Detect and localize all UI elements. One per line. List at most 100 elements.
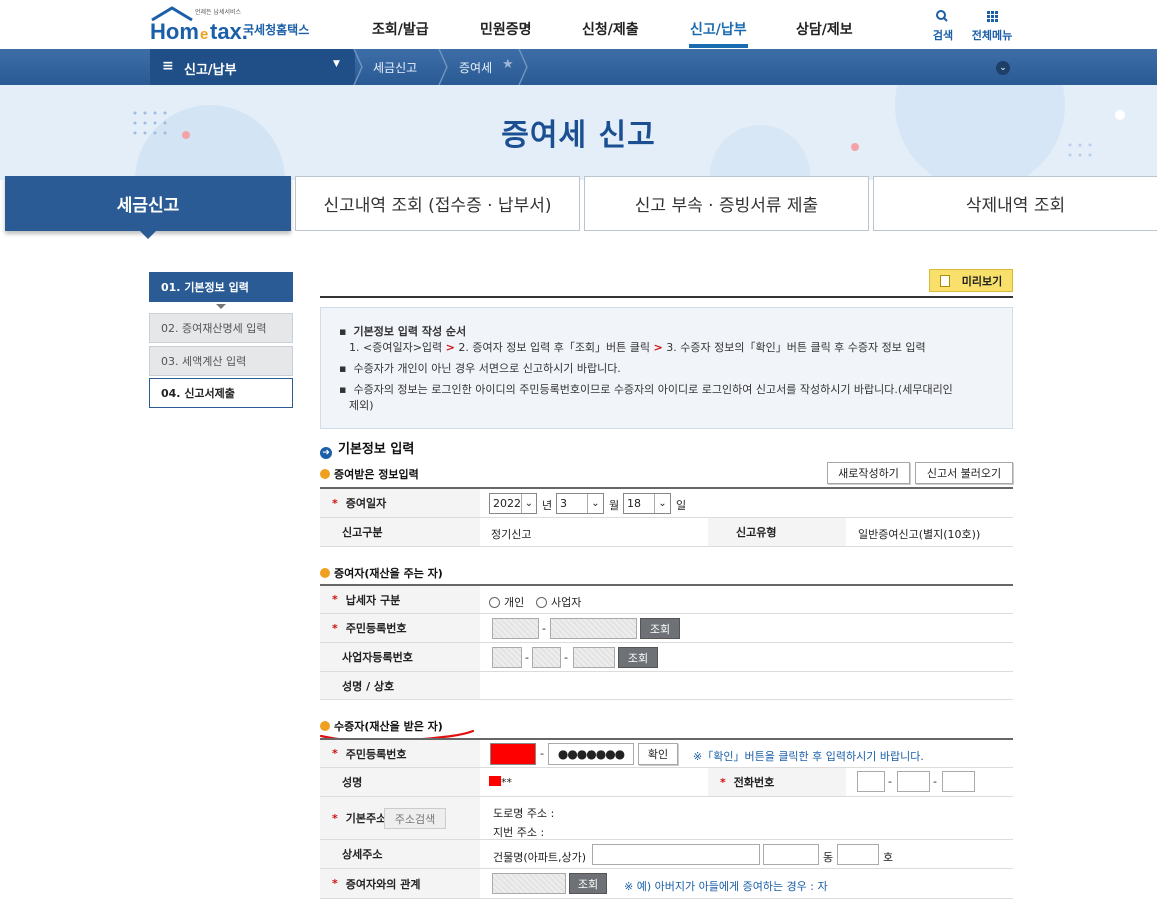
- table-row: 성명 / 상호: [320, 672, 1013, 700]
- relation-input[interactable]: [492, 873, 566, 894]
- preview-label: 미리보기: [961, 274, 1003, 288]
- dash: -: [933, 775, 937, 788]
- phone-part2-input[interactable]: [897, 771, 930, 792]
- month-select[interactable]: 3 ⌄: [556, 493, 604, 514]
- preview-button[interactable]: 미리보기: [929, 269, 1013, 292]
- guide-order-step1: 1. <증여일자>입력: [349, 341, 443, 354]
- building-name-input[interactable]: [592, 844, 760, 865]
- recipient-name-label: 성명: [342, 776, 363, 789]
- guide-box: ▪ 기본정보 입력 작성 순서 1. <증여일자>입력 > 2. 증여자 정보 …: [320, 307, 1013, 429]
- guide-item-text: 수증자가 개인이 아닌 경우 서면으로 신고하시기 바랍니다.: [353, 362, 621, 375]
- required-mark: *: [332, 877, 338, 890]
- guide-order-arrow: >: [653, 341, 663, 354]
- dash: -: [542, 622, 546, 635]
- day-select[interactable]: 18 ⌄: [623, 493, 671, 514]
- address-search-button[interactable]: 주소검색: [384, 808, 446, 829]
- step-tax-calc[interactable]: 03. 세액계산 입력: [149, 346, 293, 376]
- tab-filing-history[interactable]: 신고내역 조회 (접수증 · 납부서): [295, 176, 580, 231]
- recipient-confirm-button[interactable]: 확인: [638, 743, 678, 765]
- guide-heading: ▪ 기본정보 입력 작성 순서: [339, 325, 467, 338]
- favorite-star-icon[interactable]: ★: [502, 57, 514, 72]
- active-tab-pointer: [139, 230, 157, 239]
- tab-attachments[interactable]: 신고 부속 · 증빙서류 제출: [584, 176, 869, 231]
- base-address-label: 기본주소: [345, 812, 387, 825]
- row-header: 성명: [320, 768, 480, 796]
- filing-form-value: 일반증여신고(별지(10호)): [858, 528, 981, 541]
- search-button[interactable]: 검색: [927, 8, 959, 43]
- step-basic-info[interactable]: 01. 기본정보 입력: [149, 272, 293, 302]
- search-label: 검색: [932, 29, 954, 42]
- table-row: 사업자등록번호: [320, 643, 1013, 672]
- phone-part1-input[interactable]: [857, 771, 885, 792]
- guide-title: 기본정보 입력 작성 순서: [353, 325, 467, 338]
- svg-text:Hom: Hom: [150, 19, 199, 44]
- ho-input[interactable]: [837, 844, 879, 865]
- year-value: 2022: [493, 497, 521, 510]
- guide-order-step2: 2. 증여자 정보 입력 후「조회」버튼 클릭: [458, 341, 651, 354]
- day-unit: 일: [676, 499, 687, 512]
- gnb-item-consult[interactable]: 상담/제보: [796, 19, 853, 39]
- breadcrumb-item-tax-filing[interactable]: 세금신고: [373, 59, 417, 76]
- brn-part1-input[interactable]: [492, 647, 522, 668]
- year-select[interactable]: 2022 ⌄: [489, 493, 537, 514]
- donor-name-label: 성명 / 상호: [342, 679, 395, 693]
- row-header: * 증여일자: [320, 489, 480, 517]
- tab-deleted-history[interactable]: 삭제내역 조회: [873, 176, 1157, 231]
- row-header: 성명 / 상호: [320, 672, 480, 699]
- gnb-item-filing[interactable]: 신고/납부: [690, 19, 747, 39]
- gnb-item-inquiry[interactable]: 조회/발급: [372, 19, 429, 39]
- required-mark: *: [332, 621, 338, 635]
- guide-item: ▪ 수증자가 개인이 아닌 경우 서면으로 신고하시기 바랍니다.: [339, 362, 621, 375]
- relation-query-button[interactable]: 조회: [569, 873, 607, 894]
- radio-individual-label: 개인: [504, 596, 525, 609]
- donor-brn-label: 사업자등록번호: [342, 651, 413, 664]
- required-mark: *: [332, 496, 338, 510]
- load-return-button[interactable]: 신고서 불러오기: [915, 462, 1013, 484]
- dong-input[interactable]: [763, 844, 819, 865]
- step-gift-property[interactable]: 02. 증여재산명세 입력: [149, 313, 293, 343]
- row-header: * 납세자 구분: [320, 586, 480, 613]
- donor-title: 증여자(재산을 주는 자): [334, 567, 443, 580]
- radio-business[interactable]: 사업자: [536, 594, 581, 610]
- relation-label: 증여자와의 관계: [345, 877, 421, 891]
- donor-heading: 증여자(재산을 주는 자): [320, 565, 443, 581]
- ho-unit: 호: [883, 851, 894, 864]
- row-header: 신고유형: [708, 518, 846, 546]
- recipient-rrn-label: 주민등록번호: [345, 747, 407, 761]
- expand-chevron-icon[interactable]: ⌄: [996, 61, 1010, 75]
- phone-part3-input[interactable]: [942, 771, 975, 792]
- guide-item: ▪ 수증자의 정보는 로그인한 아이디의 주민등록번호이므로 수증자의 아이디로…: [339, 383, 953, 396]
- bullet-icon: [320, 568, 330, 578]
- search-icon: [936, 10, 948, 22]
- donor-rrn-front-input[interactable]: [492, 618, 539, 639]
- brn-query-button[interactable]: 조회: [618, 647, 658, 668]
- brn-part2-input[interactable]: [532, 647, 561, 668]
- year-unit: 년: [542, 499, 553, 512]
- row-header: * 주민등록번호: [320, 740, 480, 767]
- recipient-name-suffix: **: [501, 776, 512, 789]
- brn-part3-input[interactable]: [573, 647, 615, 668]
- content-top-line: [320, 296, 1013, 298]
- radio-individual[interactable]: 개인: [489, 594, 524, 610]
- chevron-down-icon: ⌄: [521, 494, 536, 513]
- step-submit[interactable]: 04. 신고서제출: [149, 378, 293, 408]
- new-write-button[interactable]: 새로작성하기: [827, 462, 910, 484]
- row-header: 신고구분: [320, 518, 480, 546]
- step-arrow-icon: [216, 304, 226, 309]
- dash: -: [540, 747, 544, 760]
- guide-item-continued: 제외): [349, 399, 374, 412]
- breadcrumb-item-gift-tax[interactable]: 증여세: [459, 59, 492, 76]
- received-heading: 증여받은 정보입력: [320, 466, 419, 482]
- day-value: 18: [627, 497, 641, 510]
- all-menu-button[interactable]: 전체메뉴: [969, 8, 1015, 43]
- tab-tax-filing[interactable]: 세금신고: [5, 176, 291, 231]
- table-row: * 납세자 구분: [320, 586, 1013, 614]
- phone-label: 전화번호: [733, 776, 775, 789]
- gnb-item-certificate[interactable]: 민원증명: [480, 19, 532, 39]
- gnb-item-application[interactable]: 신청/제출: [582, 19, 639, 39]
- donor-rrn-back-input[interactable]: [550, 618, 637, 639]
- filing-type-label: 신고구분: [342, 526, 383, 539]
- nav-menu-dropdown[interactable]: ≡ 신고/납부 ▼: [150, 49, 355, 85]
- row-header: * 증여자와의 관계: [320, 869, 480, 898]
- donor-query-button[interactable]: 조회: [640, 618, 680, 639]
